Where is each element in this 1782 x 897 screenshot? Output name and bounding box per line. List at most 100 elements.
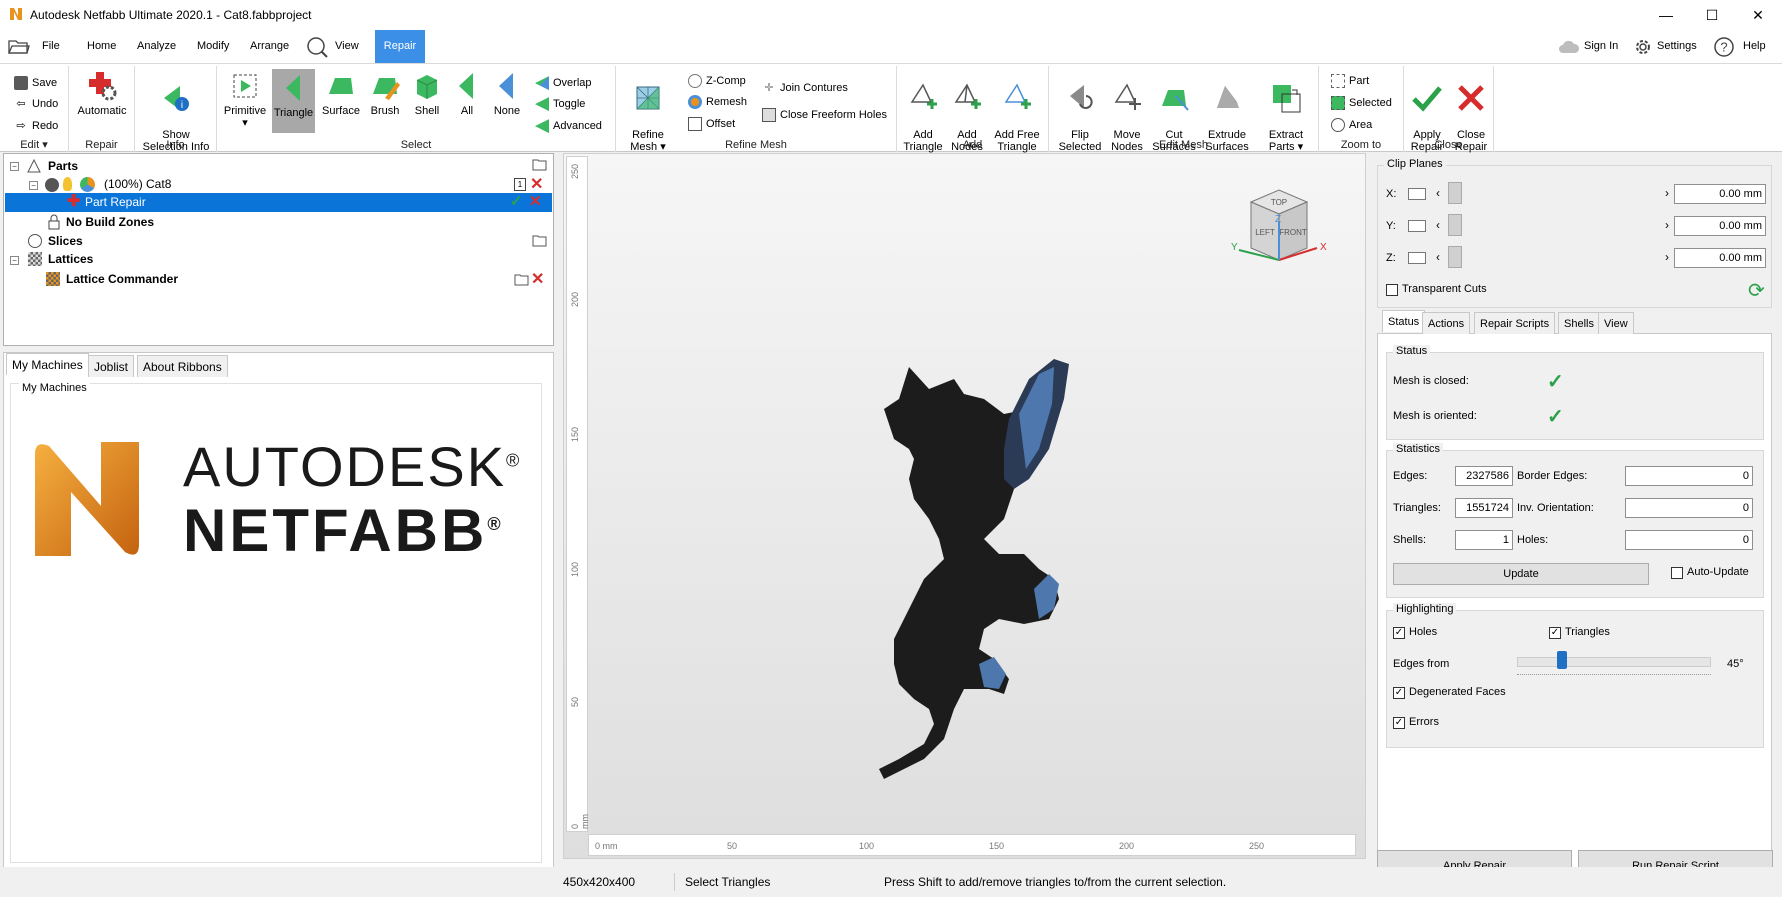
triangles-checkbox[interactable]: ✓ [1549,627,1561,639]
menu-home[interactable]: Home [79,30,124,63]
tab-shells[interactable]: Shells [1558,312,1600,334]
maximize-button[interactable]: ☐ [1689,0,1735,30]
tree-parts[interactable]: Parts [48,157,78,175]
logo-reg-mark-2: ® [487,514,504,534]
offset-button[interactable]: Offset [688,115,735,133]
tab-repair-scripts[interactable]: Repair Scripts [1474,312,1556,334]
undo-button[interactable]: ⇦ Undo [14,95,58,113]
toggle-icon [535,97,549,112]
surface-select-button[interactable]: Surface [319,70,363,117]
menu-file[interactable]: File [34,30,68,63]
clip-z-toggle[interactable] [1408,252,1426,264]
tab-status[interactable]: Status [1382,310,1426,332]
menu-view[interactable]: View [327,30,367,63]
window-title: Autodesk Netfabb Ultimate 2020.1 - Cat8.… [30,8,312,22]
clip-y-toggle[interactable] [1408,220,1426,232]
menu-repair[interactable]: Repair [375,30,425,63]
clip-z-left-arrow[interactable]: ‹ [1436,250,1440,264]
3d-viewport[interactable]: 250 200 150 100 50 0 mm 0 mm 50 100 150 … [563,153,1366,859]
add-triangle-icon [910,83,937,109]
holes-highlight-label: Holes [1409,626,1438,638]
clip-x-slider-thumb[interactable] [1448,182,1462,204]
refresh-icon[interactable]: ⟳ [1748,278,1765,303]
color-wheel-icon[interactable] [80,177,95,192]
brush-select-button[interactable]: Brush [365,70,405,117]
cat-collapse-toggle[interactable]: − [29,181,38,190]
tree-lattice-commander[interactable]: Lattice Commander [66,270,178,288]
clip-x-input[interactable]: 0.00 mm [1674,184,1766,204]
menu-modify[interactable]: Modify [189,30,237,63]
degenerated-faces-checkbox[interactable]: ✓ [1393,687,1405,699]
tab-actions[interactable]: Actions [1422,312,1471,334]
lattices-collapse-toggle[interactable]: − [10,256,19,265]
errors-checkbox[interactable]: ✓ [1393,717,1405,729]
sign-in-link[interactable]: Sign In [1584,30,1618,63]
clip-y-left-arrow[interactable]: ‹ [1436,218,1440,232]
clip-y-slider-thumb[interactable] [1448,214,1462,236]
parts-collapse-toggle[interactable]: − [10,162,19,171]
clip-x-left-arrow[interactable]: ‹ [1436,186,1440,200]
lattice-folder-icon[interactable] [514,273,530,287]
zoom-selected-button[interactable]: Selected [1331,94,1392,112]
update-button[interactable]: Update [1393,563,1649,585]
apply-repair-tree-icon[interactable]: ✓ [510,192,523,210]
clip-y-right-arrow[interactable]: › [1665,218,1669,232]
tree-cat8[interactable]: (100%) Cat8 [104,175,171,193]
tab-joblist[interactable]: Joblist [88,355,135,377]
tree-part-repair-row[interactable]: ✚ Part Repair ✓ ✕ [5,193,552,212]
clip-x-right-arrow[interactable]: › [1665,186,1669,200]
bulb-icon[interactable] [63,177,72,191]
menu-analyze[interactable]: Analyze [129,30,184,63]
tab-about-ribbons[interactable]: About Ribbons [137,355,228,377]
redo-button[interactable]: ⇨ Redo [14,117,58,135]
slices-icon [28,234,42,248]
toggle-button[interactable]: Toggle [535,95,585,113]
edges-angle-slider-thumb[interactable] [1557,651,1567,669]
select-none-button[interactable]: None [487,70,527,117]
save-button[interactable]: Save [14,74,57,92]
undo-icon: ⇦ [16,98,26,111]
transparent-cuts-checkbox[interactable] [1386,284,1398,296]
tab-view[interactable]: View [1598,312,1634,334]
tab-my-machines[interactable]: My Machines [6,353,89,375]
slices-folder-icon[interactable] [532,234,548,248]
z-comp-button[interactable]: Z-Comp [688,72,746,90]
clip-z-input[interactable]: 0.00 mm [1674,248,1766,268]
clip-y-input[interactable]: 0.00 mm [1674,216,1766,236]
auto-update-checkbox[interactable] [1671,567,1683,579]
automatic-repair-icon [89,72,117,101]
settings-button[interactable]: Settings [1657,30,1697,63]
automatic-repair-button[interactable]: Automatic [75,70,129,117]
discard-repair-tree-icon[interactable]: ✕ [529,192,542,210]
remesh-button[interactable]: Remesh [688,93,747,111]
overlap-button[interactable]: Overlap [535,74,592,92]
view-cube[interactable]: TOP LEFT FRONT Y X Z [1219,182,1339,282]
triangle-select-button[interactable]: Triangle [272,69,315,133]
holes-checkbox[interactable]: ✓ [1393,627,1405,639]
remove-lattice-icon[interactable]: ✕ [531,269,544,289]
tree-no-build-zones[interactable]: No Build Zones [66,213,154,231]
edit-group-label[interactable]: Edit ▾ [0,138,68,151]
close-window-button[interactable]: ✕ [1735,0,1781,30]
clip-planes-title: Clip Planes [1384,158,1446,170]
zoom-area-button[interactable]: Area [1331,116,1372,134]
tree-lattices[interactable]: Lattices [48,250,93,268]
clip-z-slider-thumb[interactable] [1448,246,1462,268]
select-all-button[interactable]: All [449,70,485,117]
primitive-button[interactable]: Primitive ▾ [223,70,267,129]
clip-x-toggle[interactable] [1408,188,1426,200]
zoom-part-button[interactable]: Part [1331,72,1369,90]
advanced-button[interactable]: Advanced [535,117,602,135]
cat-model-mesh[interactable] [854,274,1094,897]
shell-select-button[interactable]: Shell [407,70,447,117]
parts-folder-icon[interactable] [532,158,548,172]
remove-part-icon[interactable]: ✕ [530,174,543,194]
tree-slices[interactable]: Slices [48,232,83,250]
clip-z-right-arrow[interactable]: › [1665,250,1669,264]
help-button[interactable]: Help [1743,30,1766,63]
close-freeform-holes-button[interactable]: Close Freeform Holes [762,106,887,124]
edges-angle-slider[interactable] [1517,657,1711,667]
join-contures-button[interactable]: ✛ Join Contures [762,79,847,97]
minimize-button[interactable]: — [1643,0,1689,30]
menu-arrange[interactable]: Arrange [242,30,297,63]
